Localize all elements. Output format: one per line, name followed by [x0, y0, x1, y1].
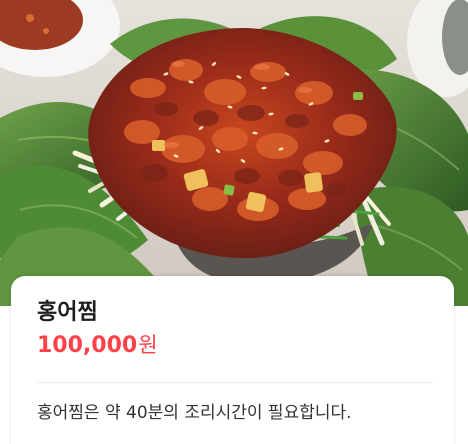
product-info-card: 홍어찜 100,000 원 홍어찜은 약 40분의 조리시간이 필요합니다.: [11, 276, 454, 444]
menu-item-detail: 홍어찜 100,000 원 홍어찜은 약 40분의 조리시간이 필요합니다.: [0, 0, 468, 444]
price-amount: 100,000: [37, 333, 138, 358]
section-divider: [37, 382, 433, 383]
product-price: 100,000 원: [37, 335, 158, 357]
product-name: 홍어찜: [37, 300, 98, 325]
price-currency: 원: [138, 333, 158, 357]
product-description: 홍어찜은 약 40분의 조리시간이 필요합니다.: [37, 403, 352, 423]
product-photo: [0, 0, 468, 306]
